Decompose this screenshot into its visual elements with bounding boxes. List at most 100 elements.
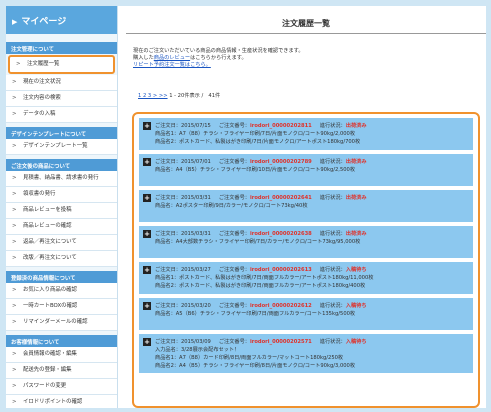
chevron-right-icon: >: [12, 287, 17, 293]
sidebar-item-label: 現在の注文状況: [23, 79, 61, 85]
sidebar-item[interactable]: > 現在の注文状況: [6, 75, 117, 91]
sidebar-item[interactable]: > データの入稿: [6, 107, 117, 123]
sidebar-item-label: リマインダーメールの確認: [23, 319, 88, 325]
sidebar-item[interactable]: > 見積書、納品書、請求書の発行: [6, 171, 117, 187]
status-badge: 出荷済み: [345, 195, 367, 201]
chevron-right-icon: >: [12, 303, 17, 309]
chevron-right-icon: >: [12, 95, 17, 101]
order-number[interactable]: irodori_00000202789: [250, 159, 312, 165]
order-item[interactable]: + ご注文日：2015/07/01 ご注文番号：irodori_0000020278…: [139, 154, 473, 186]
main-content: 注文履歴一覧 現在のご注文いただいている商品の商品情報・生産状況を確認できます。…: [126, 6, 486, 408]
repeat-order-link[interactable]: リピート予約注文一覧はこちら。: [133, 62, 486, 69]
pagination: 1 2 3 > >> 1 - 20件表示 / 41件: [126, 69, 486, 99]
expand-icon[interactable]: +: [143, 158, 151, 166]
order-meta: ご注文日：2015/03/31 ご注文番号：irodori_00000202638…: [155, 229, 469, 238]
order-item[interactable]: + ご注文日：2015/03/20 ご注文番号：irodori_0000020261…: [139, 298, 473, 330]
sidebar-item-label: 改版／再注文について: [23, 255, 77, 261]
order-item[interactable]: + ご注文日：2015/03/31 ご注文番号：irodori_0000020263…: [139, 226, 473, 258]
order-meta: ご注文日：2015/03/31 ご注文番号：irodori_00000202641…: [155, 193, 469, 202]
page-count: 1 - 20件表示 / 41件: [169, 93, 221, 99]
order-date: ご注文日：2015/07/01: [155, 159, 211, 165]
expand-icon[interactable]: +: [143, 302, 151, 310]
sidebar-item[interactable]: > リマインダーメールの確認: [6, 315, 117, 331]
sidebar-item[interactable]: > 商品レビューを投稿: [6, 203, 117, 219]
sidebar-item-label: 領収書の発行: [23, 191, 56, 197]
sidebar-item[interactable]: > イロドリポイントの確認: [6, 395, 117, 408]
order-number[interactable]: irodori_00000202571: [250, 339, 312, 345]
expand-icon[interactable]: +: [143, 338, 151, 346]
order-number-label: ご注文番号：: [218, 123, 250, 129]
order-number[interactable]: irodori_00000202612: [250, 303, 312, 309]
product-line: 商品名：A2ポスター印刷/9日/カラー/モノクロ/コート73kg/40枚: [155, 203, 308, 209]
status-badge: 出荷済み: [345, 159, 367, 165]
order-item[interactable]: + ご注文日：2015/03/31 ご注文番号：irodori_0000020264…: [139, 190, 473, 222]
chevron-right-icon: >: [12, 399, 17, 405]
order-item[interactable]: + ご注文日：2015/07/15 ご注文番号：irodori_0000020281…: [139, 118, 473, 150]
order-item[interactable]: + ご注文日：2015/03/27 ご注文番号：irodori_0000020261…: [139, 262, 473, 294]
sidebar-item[interactable]: > 改版／再注文について: [6, 251, 117, 267]
order-number[interactable]: irodori_00000202641: [250, 195, 312, 201]
sidebar-item[interactable]: > 返品／再注文について: [6, 235, 117, 251]
status-label: 進行状況：: [319, 195, 346, 201]
product-line: 商品名2：A4（B5）チラシ・フライヤー印刷/8日/片面モノクロ/コート90kg…: [155, 363, 356, 369]
page-links[interactable]: 1 2 3 > >>: [138, 93, 168, 99]
sidebar-item[interactable]: > 会員情報の確認・編集: [6, 347, 117, 363]
sidebar-item[interactable]: > 商品レビューの確認: [6, 219, 117, 235]
product-line: 商品名：A4大部数チラシ・フライヤー印刷/7日/カラー/モノクロ/コート73kg…: [155, 239, 361, 245]
chevron-right-icon: >: [12, 79, 17, 85]
sidebar-item[interactable]: > パスワードの変更: [6, 379, 117, 395]
order-date: ご注文日：2015/03/09: [155, 339, 211, 345]
order-number[interactable]: irodori_00000202811: [250, 123, 312, 129]
sidebar-item-label: 注文履歴一覧: [27, 61, 60, 67]
status-label: 進行状況：: [319, 159, 346, 165]
sidebar-item[interactable]: > 注文履歴一覧: [8, 55, 115, 74]
product-line: 商品名：A4（B5）チラシ・フライヤー印刷/10日/片面モノクロ/コート90kg…: [155, 167, 356, 173]
sidebar-item[interactable]: > 配送先の登録・編集: [6, 363, 117, 379]
status-badge: 入稿待ち: [345, 339, 367, 345]
status-label: 進行状況：: [319, 231, 346, 237]
order-date: ご注文日：2015/03/31: [155, 195, 211, 201]
order-date: ご注文日：2015/07/15: [155, 123, 211, 129]
sidebar-item[interactable]: > デザインテンプレート一覧: [6, 139, 117, 155]
intro-text: 現在のご注文いただいている商品の商品情報・生産状況を確認できます。 購入した商品…: [126, 34, 486, 69]
chevron-right-icon: >: [12, 351, 17, 357]
order-date: ご注文日：2015/03/31: [155, 231, 211, 237]
status-badge: 入稿待ち: [345, 267, 367, 273]
intro-text-pre: 購入した: [133, 55, 154, 61]
sidebar-section-heading: 登録済の商品情報について: [6, 271, 117, 283]
product-line: 商品名2：ポストカード、私製はがき印刷/7日/両面フルカラー/アートポスト180…: [155, 283, 366, 289]
order-number-label: ご注文番号：: [218, 195, 250, 201]
chevron-right-icon: >: [12, 191, 17, 197]
sidebar-item[interactable]: > お気に入り商品の確認: [6, 283, 117, 299]
sidebar-item-label: 返品／再注文について: [23, 239, 77, 245]
sidebar-item[interactable]: > 一時カートBOXの確認: [6, 299, 117, 315]
order-item[interactable]: + ご注文日：2015/03/09 ご注文番号：irodori_0000020257…: [139, 334, 473, 373]
order-number-label: ご注文番号：: [218, 339, 250, 345]
status-label: 進行状況：: [319, 303, 346, 309]
intro-line: 購入した商品のレビューはこちらから行えます。: [133, 55, 486, 62]
sidebar-title[interactable]: ▶ マイページ: [6, 6, 117, 34]
chevron-right-icon: >: [16, 61, 21, 67]
sidebar-section-heading: ご注文後の商品について: [6, 159, 117, 171]
chevron-right-icon: >: [12, 367, 17, 373]
expand-icon[interactable]: +: [143, 122, 151, 130]
sidebar-item[interactable]: > 領収書の発行: [6, 187, 117, 203]
expand-icon[interactable]: +: [143, 266, 151, 274]
review-link[interactable]: 商品のレビュー: [154, 55, 190, 61]
order-number[interactable]: irodori_00000202638: [250, 231, 312, 237]
expand-icon[interactable]: +: [143, 230, 151, 238]
expand-icon[interactable]: +: [143, 194, 151, 202]
sidebar-item-label: デザインテンプレート一覧: [23, 143, 88, 149]
sidebar-item-label: 配送先の登録・編集: [23, 367, 72, 373]
chevron-right-icon: >: [12, 223, 17, 229]
order-number[interactable]: irodori_00000202613: [250, 267, 312, 273]
chevron-right-icon: >: [12, 175, 17, 181]
sidebar-item-label: 会員情報の確認・編集: [23, 351, 77, 357]
sidebar-item-label: データの入稿: [23, 111, 56, 117]
status-badge: 出荷済み: [345, 123, 367, 129]
sidebar-item-label: パスワードの変更: [23, 383, 67, 389]
sidebar-item-label: 商品レビューの確認: [23, 223, 72, 229]
order-meta: ご注文日：2015/03/27 ご注文番号：irodori_00000202613…: [155, 265, 469, 274]
sidebar-item[interactable]: > 注文内容の検索: [6, 91, 117, 107]
sidebar-item-label: 商品レビューを投稿: [23, 207, 72, 213]
